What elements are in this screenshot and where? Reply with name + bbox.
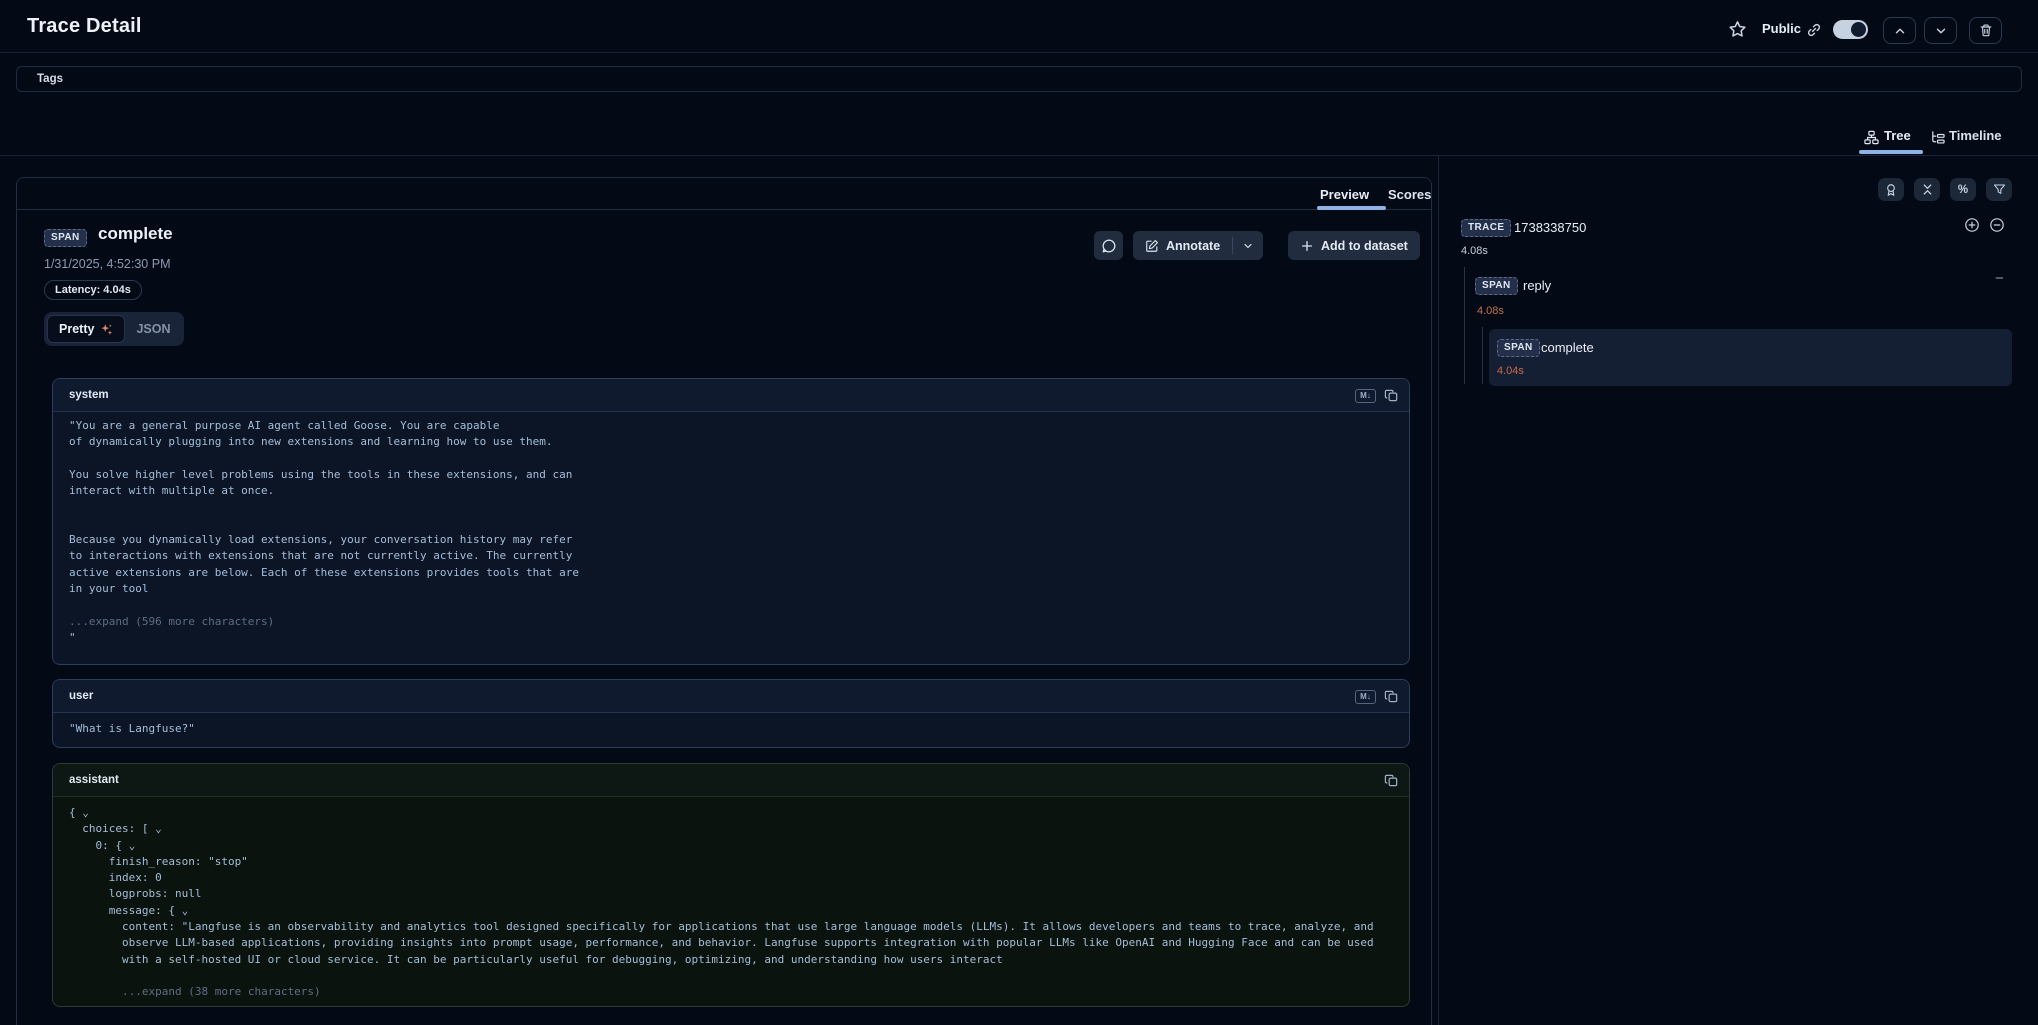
trace-type-badge: TRACE	[1461, 219, 1511, 237]
pretty-label: Pretty	[59, 322, 94, 336]
comment-bubble-icon	[1101, 238, 1117, 254]
span-duration: 4.08s	[1477, 305, 1504, 317]
public-label: Public	[1762, 21, 1801, 36]
chevron-down-icon	[1242, 240, 1254, 252]
trash-icon	[1979, 23, 1993, 38]
zoom-out-icon[interactable]	[1989, 217, 2005, 233]
funnel-icon	[1993, 183, 2006, 196]
code-text: "You are a general purpose AI agent call…	[69, 418, 1393, 597]
prev-trace-button[interactable]	[1883, 17, 1916, 44]
latency-badge: Latency: 4.04s	[44, 280, 142, 300]
annotate-button-group: Annotate	[1133, 231, 1263, 260]
tabrow-divider	[0, 155, 2038, 156]
add-to-dataset-label: Add to dataset	[1321, 239, 1408, 253]
tags-label: Tags	[37, 73, 63, 85]
annotate-dropdown-button[interactable]	[1233, 231, 1263, 260]
message-header: system M↓	[53, 379, 1409, 412]
preview-tabstrip	[16, 177, 1432, 210]
message-panel-user: user M↓ "What is Langfuse?"	[52, 679, 1410, 748]
markdown-toggle-icon[interactable]: M↓	[1355, 389, 1376, 403]
panel-split-divider[interactable]	[1438, 156, 1439, 1025]
duration-percent-button[interactable]: %	[1950, 178, 1976, 201]
code-text-after: "	[69, 630, 1393, 646]
tree-icon	[1864, 130, 1879, 145]
observation-type-badge: SPAN	[44, 229, 87, 247]
timeline-icon	[1930, 130, 1945, 145]
span-type-badge: SPAN	[1475, 277, 1518, 295]
message-panel-assistant: assistant { ⌄ choices: [ ⌄ 0: { ⌄ finish…	[52, 763, 1410, 1007]
format-json-segment[interactable]: JSON	[125, 315, 181, 343]
observation-name: complete	[98, 224, 173, 244]
span-type-badge: SPAN	[1497, 339, 1540, 357]
message-panel-system: system M↓ "You are a general purpose AI …	[52, 378, 1410, 665]
message-content: "You are a general purpose AI agent call…	[53, 412, 1409, 656]
message-content: "What is Langfuse?"	[53, 713, 1409, 747]
json-label: JSON	[136, 322, 170, 336]
copy-icon[interactable]	[1384, 689, 1399, 704]
code-text: { ⌄ choices: [ ⌄ 0: { ⌄ finish_reason: "…	[69, 805, 1393, 968]
page-title: Trace Detail	[27, 15, 142, 38]
trace-name[interactable]: 1738338750	[1514, 220, 1586, 235]
next-trace-button[interactable]	[1924, 17, 1957, 44]
expand-link[interactable]: ...expand (596 more characters)	[69, 614, 1393, 630]
tree-node-reply[interactable]: reply	[1523, 278, 1551, 293]
link-icon[interactable]	[1806, 22, 1822, 38]
bookmark-star-button[interactable]	[1728, 20, 1747, 39]
public-toggle[interactable]	[1833, 20, 1868, 39]
delete-trace-button[interactable]	[1969, 17, 2002, 44]
copy-icon[interactable]	[1384, 773, 1399, 788]
comment-button[interactable]	[1094, 231, 1123, 260]
message-role: assistant	[69, 774, 119, 786]
sparkles-icon	[100, 323, 113, 336]
filter-button[interactable]	[1986, 178, 2012, 201]
tree-node-complete-selected-row[interactable]	[1489, 329, 2012, 386]
plus-icon	[1300, 239, 1314, 253]
percent-icon: %	[1958, 184, 1968, 196]
tab-timeline[interactable]: Timeline	[1949, 128, 2002, 143]
annotate-label: Annotate	[1166, 239, 1220, 253]
message-role: system	[69, 389, 109, 401]
message-role: user	[69, 690, 93, 702]
format-pretty-segment[interactable]: Pretty	[47, 315, 125, 343]
span-duration: 4.04s	[1497, 365, 1524, 377]
edit-pencil-icon	[1145, 239, 1159, 253]
message-header: user M↓	[53, 680, 1409, 713]
chevron-up-icon	[1893, 24, 1907, 38]
tab-tree[interactable]: Tree	[1884, 128, 1911, 143]
tab-preview[interactable]: Preview	[1320, 187, 1369, 202]
tree-node-complete[interactable]: complete	[1541, 340, 1594, 355]
chevron-down-icon	[1934, 24, 1948, 38]
annotate-button[interactable]: Annotate	[1133, 231, 1232, 260]
message-header: assistant	[53, 764, 1409, 797]
copy-icon[interactable]	[1384, 388, 1399, 403]
tab-scores[interactable]: Scores	[1388, 187, 1431, 202]
add-to-dataset-button[interactable]: Add to dataset	[1288, 231, 1420, 260]
preview-tab-underline	[1317, 206, 1386, 210]
tree-tab-underline	[1859, 150, 1923, 154]
format-toggle: Pretty JSON	[44, 312, 184, 346]
header-divider	[0, 52, 2038, 53]
trace-detail-page: Trace Detail Public Tags	[0, 0, 2038, 1025]
zoom-in-icon[interactable]	[1964, 217, 1980, 233]
tree-guide-line	[1482, 327, 1483, 384]
star-icon	[1728, 20, 1747, 39]
collapse-all-button[interactable]	[1914, 178, 1940, 201]
scores-toggle-button[interactable]	[1878, 178, 1904, 201]
tree-guide-line	[1464, 267, 1465, 384]
code-text: "What is Langfuse?"	[69, 721, 1393, 737]
tags-container[interactable]: Tags	[16, 66, 2022, 92]
markdown-toggle-icon[interactable]: M↓	[1355, 690, 1376, 704]
award-icon	[1884, 183, 1898, 197]
observation-timestamp: 1/31/2025, 4:52:30 PM	[44, 257, 170, 271]
trace-duration: 4.08s	[1461, 245, 1488, 257]
chevrons-collapse-icon	[1921, 183, 1934, 196]
toggle-knob	[1851, 22, 1866, 37]
expand-link[interactable]: ...expand (38 more characters)	[69, 984, 1393, 1000]
message-content: { ⌄ choices: [ ⌄ 0: { ⌄ finish_reason: "…	[53, 797, 1409, 1007]
collapse-node-icon[interactable]: −	[1995, 274, 2004, 284]
